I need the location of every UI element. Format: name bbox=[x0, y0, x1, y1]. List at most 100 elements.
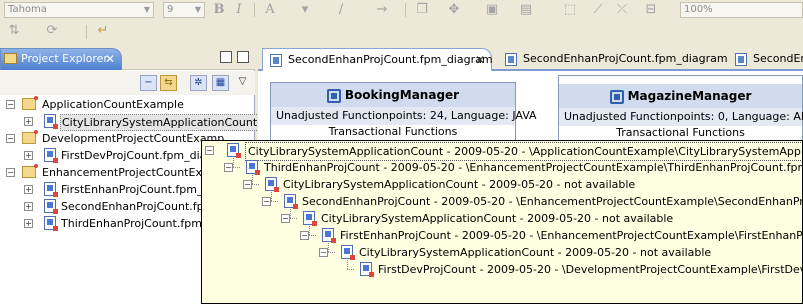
component-magazine-manager[interactable]: MagazineManager Unadjusted Functionpoint… bbox=[558, 75, 803, 141]
collapse-icon[interactable]: − bbox=[6, 100, 15, 109]
zoom-value: 100% bbox=[684, 4, 713, 15]
zoom-combo[interactable]: 100% bbox=[680, 2, 803, 18]
line-color-icon[interactable]: ∕ bbox=[330, 1, 352, 19]
expand-icon[interactable]: + bbox=[24, 151, 33, 160]
tooltip-row-text: CityLibrarySystemApplicationCount - 2009… bbox=[283, 178, 636, 191]
tree-connector bbox=[252, 175, 253, 184]
chevron-down-icon[interactable]: ▼ bbox=[193, 4, 203, 16]
fpm-diagram-icon bbox=[44, 216, 58, 231]
project-folder-icon bbox=[22, 96, 38, 110]
chevron-down-icon[interactable]: ▼ bbox=[142, 4, 152, 16]
collapse-all-icon[interactable]: − bbox=[140, 75, 157, 91]
fpm-diagram-icon bbox=[505, 53, 517, 66]
italic-button[interactable]: I bbox=[232, 1, 246, 19]
toolbar-separator bbox=[405, 3, 406, 17]
component-booking-manager[interactable]: BookingManager Unadjusted Functionpoints… bbox=[270, 82, 537, 142]
tooltip-row-text: CityLibrarySystemApplicationCount - 2009… bbox=[359, 246, 712, 259]
view-icon[interactable]: ▦ bbox=[212, 75, 229, 91]
navigate-icon[interactable]: ⇅ bbox=[6, 22, 22, 40]
fpm-diagram-icon bbox=[227, 143, 241, 158]
tree-item-label: DevelopmentProjectCountExamp bbox=[42, 132, 225, 145]
font-name-combo[interactable]: Tahoma ▼ bbox=[4, 2, 154, 18]
project-folder-icon bbox=[22, 130, 38, 144]
copy-format-icon[interactable]: ❐ bbox=[414, 1, 430, 19]
line-style-button[interactable]: → bbox=[372, 1, 392, 19]
tree-connector bbox=[347, 260, 348, 269]
project-folder-icon bbox=[22, 164, 38, 178]
connector-icon[interactable]: ⟋ bbox=[590, 1, 606, 19]
bold-button[interactable]: B bbox=[212, 1, 226, 19]
fpm-diagram-icon bbox=[341, 245, 355, 260]
align-icon[interactable]: ▤ bbox=[518, 1, 534, 19]
fpm-diagram-icon bbox=[44, 182, 58, 197]
view-menu-icon[interactable]: ▽ bbox=[234, 75, 251, 91]
collapse-icon: − bbox=[224, 163, 233, 172]
tab-second-en[interactable]: SecondEn bbox=[728, 48, 803, 71]
tab-project-explorer[interactable]: Project Explorer ✕ bbox=[0, 48, 122, 70]
tooltip-row-text: CityLibrarySystemApplicationCount - 2009… bbox=[321, 212, 674, 225]
font-name-value: Tahoma bbox=[8, 4, 47, 15]
back-icon[interactable]: ↵ bbox=[94, 22, 112, 40]
dependency-tooltip: − CityLibrarySystemApplicationCount - 20… bbox=[201, 140, 803, 304]
expand-icon[interactable]: + bbox=[24, 219, 33, 228]
maximize-icon[interactable] bbox=[237, 51, 249, 63]
explorer-toolbar: − ⇆ ✲ ▦ ▽ bbox=[0, 71, 255, 95]
fpm-diagram-icon bbox=[360, 262, 374, 277]
main-toolbar: Tahoma ▼ 9 ▼ B I A ▾ ∕ → ❐ ✥ ▣ ▤ ⬚ ⟋ ⤫ ⊟… bbox=[0, 0, 803, 44]
tab-second-enhan-active[interactable]: SecondEnhanProjCount.fpm_diagram ✕ bbox=[262, 48, 493, 71]
tree-item-label: SecondEnhanProjCount.fpm_ bbox=[61, 200, 220, 213]
component-header: MagazineManager bbox=[559, 84, 802, 108]
expand-icon[interactable]: + bbox=[24, 202, 33, 211]
tree-connector bbox=[290, 209, 291, 218]
close-icon[interactable]: ✕ bbox=[105, 49, 115, 69]
font-color-button[interactable]: A bbox=[262, 1, 278, 19]
tooltip-row-text: ThirdEnhanProjCount - 2009-05-20 - \Enha… bbox=[264, 161, 803, 174]
explorer-header: Project Explorer ✕ bbox=[0, 46, 255, 70]
fpm-diagram-icon bbox=[246, 160, 260, 175]
component-header: BookingManager bbox=[271, 83, 515, 107]
tree-connector bbox=[347, 269, 354, 270]
tree-connector bbox=[271, 192, 272, 201]
fpm-diagram-icon bbox=[270, 54, 282, 67]
tree-item-label: EnhancementProjectCountExamp bbox=[42, 166, 227, 179]
tree-connector bbox=[328, 252, 335, 253]
rectilinear-icon[interactable]: ⤫ bbox=[614, 1, 630, 19]
fpm-diagram-icon bbox=[322, 228, 336, 243]
functionpoints-label: Unadjusted Functionpoints: 0, Language: … bbox=[559, 108, 803, 126]
tree-connector bbox=[233, 158, 234, 167]
collapse-icon: − bbox=[300, 231, 309, 240]
collapse-icon[interactable]: − bbox=[6, 134, 15, 143]
tree-connector bbox=[252, 184, 259, 185]
collapse-icon[interactable]: − bbox=[6, 168, 15, 177]
size-icon[interactable]: ⬚ bbox=[562, 1, 578, 19]
collapse-icon: − bbox=[262, 197, 271, 206]
fill-color-icon[interactable]: ▾ bbox=[296, 1, 314, 19]
transactional-functions-label: Transactional Functions bbox=[328, 125, 458, 138]
minimize-icon[interactable] bbox=[220, 51, 232, 63]
tooltip-row-text: FirstEnhanProjCount - 2009-05-20 - \Enha… bbox=[340, 229, 803, 242]
tree-connector bbox=[290, 218, 297, 219]
tree-item-project[interactable]: − ApplicationCountExample bbox=[0, 96, 255, 113]
tree-connector bbox=[309, 235, 316, 236]
folder-icon bbox=[4, 53, 17, 64]
arrange-icon[interactable]: ▣ bbox=[484, 1, 500, 19]
fpm-diagram-icon bbox=[735, 53, 747, 66]
select-icon[interactable]: ✥ bbox=[446, 1, 462, 19]
expand-icon[interactable]: + bbox=[24, 185, 33, 194]
border-icon[interactable]: ⊟ bbox=[640, 1, 662, 19]
tree-connector bbox=[309, 226, 310, 235]
fpm-diagram-icon bbox=[44, 148, 58, 163]
tree-item-file[interactable]: + CityLibrarySystemApplicationCount.fpm_… bbox=[0, 113, 297, 131]
settings-icon[interactable]: ✲ bbox=[190, 75, 207, 91]
toolbar-separator bbox=[254, 3, 255, 17]
tooltip-row-text: FirstDevProjCount - 2009-05-20 - \Develo… bbox=[378, 263, 803, 276]
fpm-diagram-icon bbox=[284, 194, 298, 209]
tab-second-enhan[interactable]: SecondEnhanProjCount.fpm_diagram bbox=[498, 48, 728, 71]
close-icon[interactable]: ✕ bbox=[475, 49, 485, 71]
history-icon[interactable]: ⟳ bbox=[44, 22, 60, 40]
link-editor-icon[interactable]: ⇆ bbox=[160, 75, 177, 91]
font-size-combo[interactable]: 9 ▼ bbox=[163, 2, 205, 18]
component-name: BookingManager bbox=[344, 88, 460, 102]
expand-icon[interactable]: + bbox=[24, 117, 33, 126]
tree-connector bbox=[271, 201, 278, 202]
